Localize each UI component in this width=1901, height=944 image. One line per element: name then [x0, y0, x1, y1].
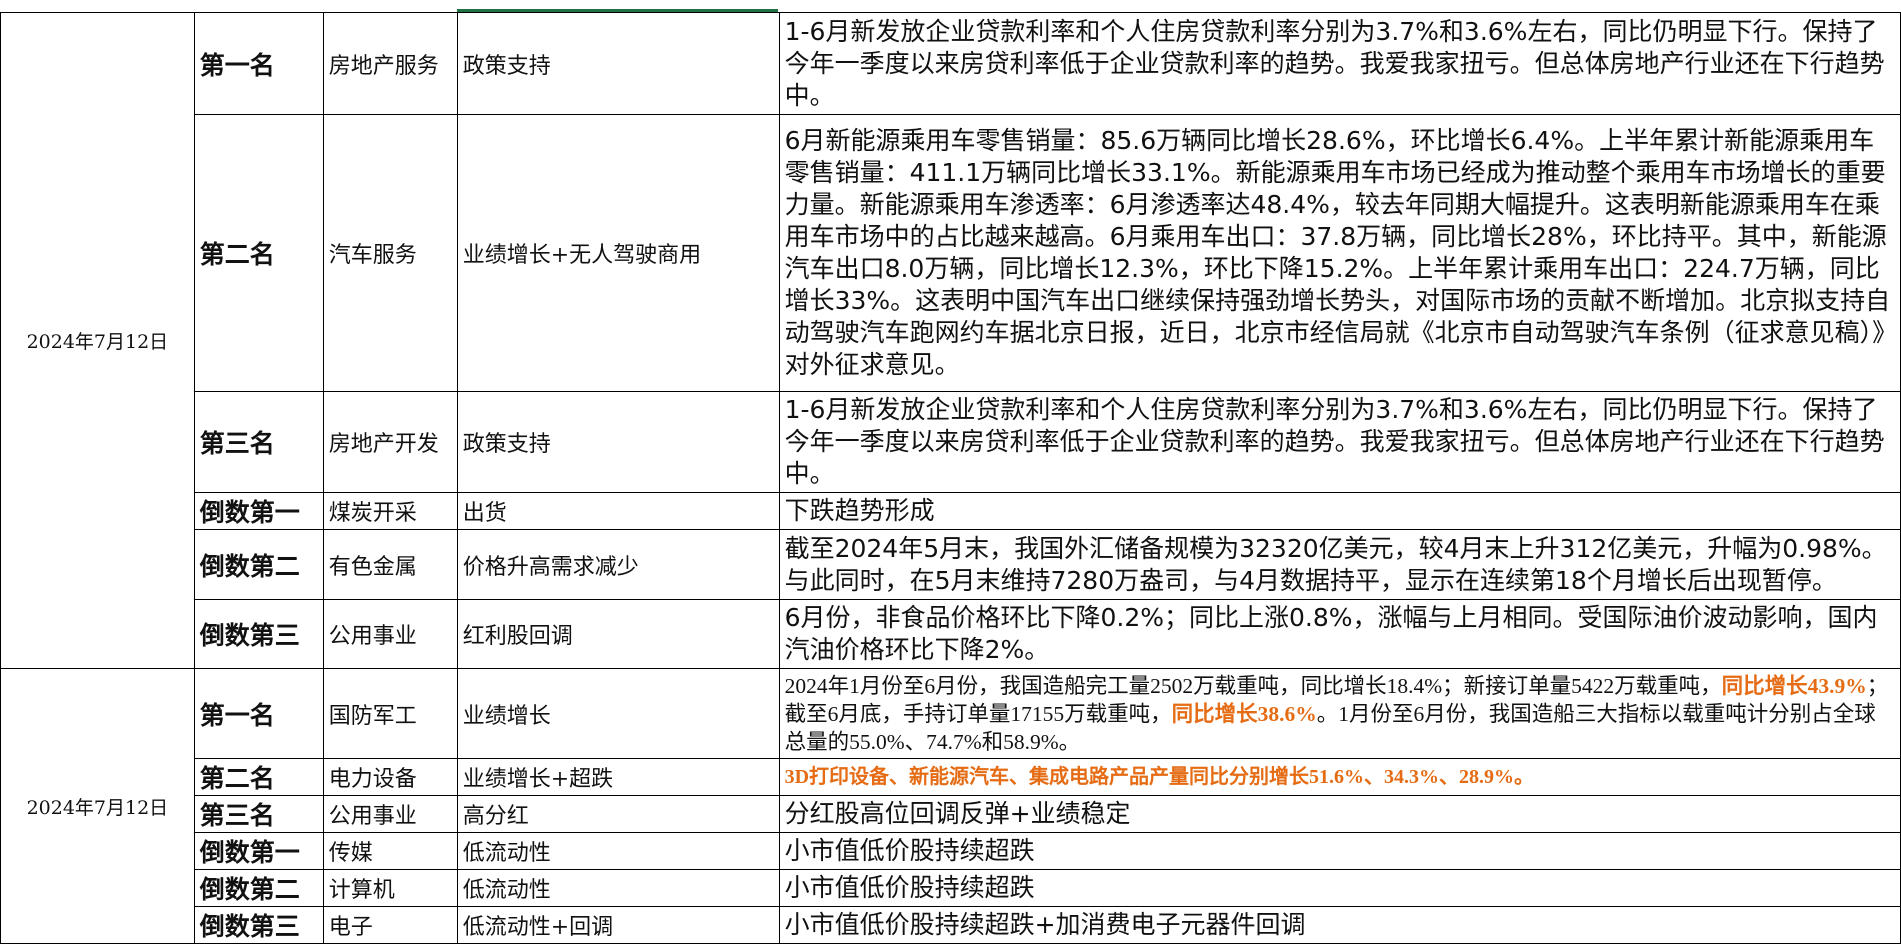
spreadsheet-grid: 2024年7月12日 第一名 房地产服务 政策支持 1-6月新发放企业贷款利率和… [0, 12, 1901, 944]
detail-cell[interactable]: 1-6月新发放企业贷款利率和个人住房贷款利率分别为3.7%和3.6%左右，同比仍… [778, 391, 1901, 493]
industry-cell[interactable]: 公用事业 [322, 599, 458, 669]
rank-cell[interactable]: 倒数第三 [193, 599, 324, 669]
table-row: 倒数第一 传媒 低流动性 小市值低价股持续超跌 [1, 832, 1901, 870]
table-row: 倒数第二 有色金属 价格升高需求减少 截至2024年5月末，我国外汇储备规模为3… [1, 529, 1901, 600]
industry-cell[interactable]: 国防军工 [322, 668, 458, 759]
detail-cell[interactable]: 小市值低价股持续超跌 [778, 832, 1901, 870]
reason-cell[interactable]: 政策支持 [456, 391, 780, 493]
rank-cell[interactable]: 第三名 [193, 391, 324, 493]
table-row: 倒数第三 公用事业 红利股回调 6月份，非食品价格环比下降0.2%；同比上涨0.… [1, 599, 1901, 669]
detail-cell[interactable]: 小市值低价股持续超跌+加消费电子元器件回调 [778, 906, 1901, 944]
reason-cell[interactable]: 红利股回调 [456, 599, 780, 669]
detail-cell[interactable]: 6月份，非食品价格环比下降0.2%；同比上涨0.8%，涨幅与上月相同。受国际油价… [778, 599, 1901, 669]
date-cell[interactable]: 2024年7月12日 [0, 668, 195, 944]
reason-cell[interactable]: 出货 [456, 492, 780, 530]
date-cell[interactable]: 2024年7月12日 [0, 12, 195, 669]
detail-cell[interactable]: 截至2024年5月末，我国外汇储备规模为32320亿美元，较4月末上升312亿美… [778, 529, 1901, 600]
rank-cell[interactable]: 倒数第一 [193, 832, 324, 870]
detail-text: 2024年1月份至6月份，我国造船完工量2502万载重吨，同比增长18.4%；新… [784, 673, 1722, 698]
rank-cell[interactable]: 倒数第二 [193, 529, 324, 600]
reason-cell[interactable]: 价格升高需求减少 [456, 529, 780, 600]
rank-cell[interactable]: 第一名 [193, 668, 324, 759]
table-row: 2024年7月12日 第一名 国防军工 业绩增长 2024年1月份至6月份，我国… [0, 668, 1901, 944]
detail-cell[interactable]: 下跌趋势形成 [778, 492, 1901, 530]
table-row: 2024年7月12日 第一名 房地产服务 政策支持 1-6月新发放企业贷款利率和… [0, 12, 1901, 669]
detail-cell[interactable]: 分红股高位回调反弹+业绩稳定 [778, 795, 1901, 833]
industry-cell[interactable]: 公用事业 [322, 795, 458, 833]
rank-cell[interactable]: 第二名 [193, 758, 324, 796]
industry-cell[interactable]: 有色金属 [322, 529, 458, 600]
reason-cell[interactable]: 业绩增长+超跌 [456, 758, 780, 796]
table-row: 倒数第三 电子 低流动性+回调 小市值低价股持续超跌+加消费电子元器件回调 [1, 906, 1901, 944]
reason-cell[interactable]: 业绩增长 [456, 668, 780, 759]
table-row: 第三名 公用事业 高分红 分红股高位回调反弹+业绩稳定 [1, 795, 1901, 833]
rank-cell[interactable]: 倒数第三 [193, 906, 324, 944]
rank-cell[interactable]: 第三名 [193, 795, 324, 833]
detail-cell[interactable]: 2024年1月份至6月份，我国造船完工量2502万载重吨，同比增长18.4%；新… [778, 668, 1901, 759]
rank-cell[interactable]: 第一名 [193, 12, 324, 115]
reason-cell[interactable]: 低流动性 [456, 869, 780, 907]
industry-cell[interactable]: 房地产开发 [322, 391, 458, 493]
table-row: 第二名 电力设备 业绩增长+超跌 3D打印设备、新能源汽车、集成电路产品产量同比… [1, 758, 1901, 796]
reason-cell[interactable]: 低流动性+回调 [456, 906, 780, 944]
industry-cell[interactable]: 房地产服务 [322, 12, 458, 115]
table-row: 倒数第二 计算机 低流动性 小市值低价股持续超跌 [1, 869, 1901, 907]
reason-cell[interactable]: 业绩增长+无人驾驶商用 [456, 114, 780, 392]
table-row: 第三名 房地产开发 政策支持 1-6月新发放企业贷款利率和个人住房贷款利率分别为… [1, 391, 1901, 493]
industry-cell[interactable]: 传媒 [322, 832, 458, 870]
detail-cell[interactable]: 3D打印设备、新能源汽车、集成电路产品产量同比分别增长51.6%、34.3%、2… [778, 758, 1901, 796]
detail-highlight: 同比增长43.9% [1721, 673, 1867, 698]
reason-cell[interactable]: 政策支持 [456, 12, 780, 115]
table-row: 倒数第一 煤炭开采 出货 下跌趋势形成 [1, 492, 1901, 530]
reason-cell[interactable]: 低流动性 [456, 832, 780, 870]
detail-cell[interactable]: 小市值低价股持续超跌 [778, 869, 1901, 907]
industry-cell[interactable]: 电力设备 [322, 758, 458, 796]
rank-cell[interactable]: 倒数第二 [193, 869, 324, 907]
industry-cell[interactable]: 电子 [322, 906, 458, 944]
detail-cell[interactable]: 6月新能源乘用车零售销量：85.6万辆同比增长28.6%，环比增长6.4%。上半… [778, 114, 1901, 392]
industry-cell[interactable]: 汽车服务 [322, 114, 458, 392]
table-row: 第二名 汽车服务 业绩增长+无人驾驶商用 6月新能源乘用车零售销量：85.6万辆… [1, 114, 1901, 392]
rank-cell[interactable]: 倒数第一 [193, 492, 324, 530]
industry-cell[interactable]: 煤炭开采 [322, 492, 458, 530]
industry-cell[interactable]: 计算机 [322, 869, 458, 907]
reason-cell[interactable]: 高分红 [456, 795, 780, 833]
rank-cell[interactable]: 第二名 [193, 114, 324, 392]
detail-cell[interactable]: 1-6月新发放企业贷款利率和个人住房贷款利率分别为3.7%和3.6%左右，同比仍… [778, 12, 1901, 115]
detail-highlight: 同比增长38.6% [1171, 701, 1317, 726]
